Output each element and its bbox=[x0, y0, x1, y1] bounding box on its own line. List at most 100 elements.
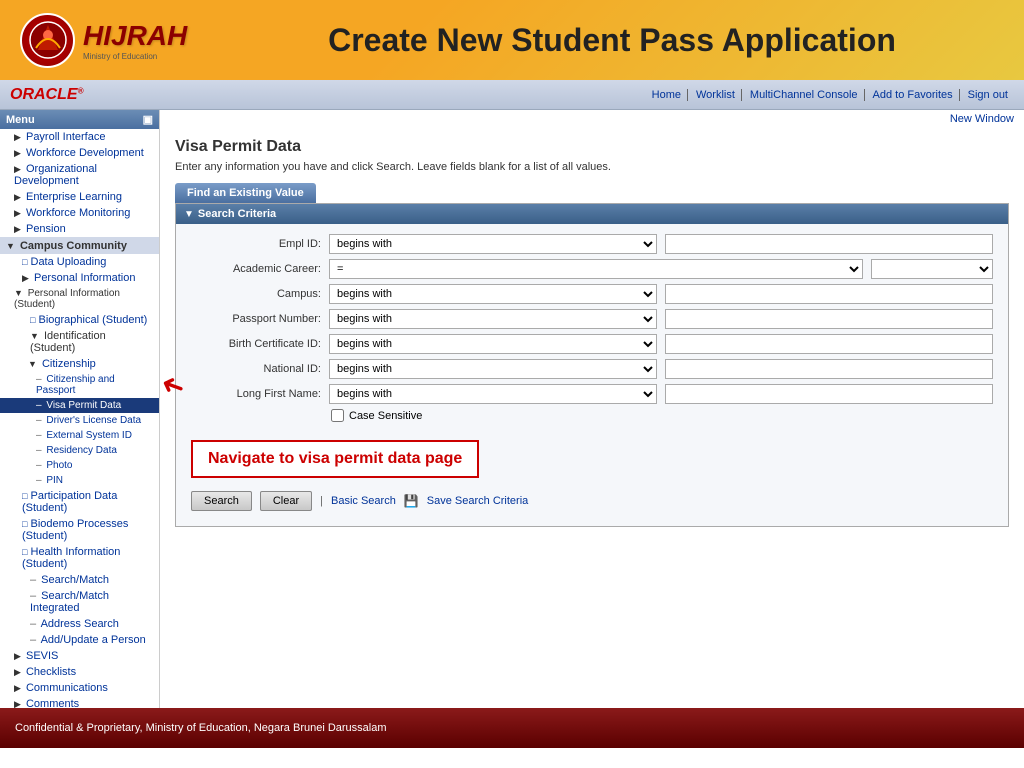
sidebar-item-biographical[interactable]: □ Biographical (Student) bbox=[0, 312, 159, 328]
sidebar-item-checklists[interactable]: ▶ Checklists bbox=[0, 664, 159, 680]
campus-input[interactable] bbox=[665, 284, 993, 304]
academic-career-label: Academic Career: bbox=[191, 263, 321, 275]
sidebar-item-personal-info-student[interactable]: ▼ Personal Information (Student) bbox=[0, 286, 159, 312]
long-first-name-operator[interactable]: begins with=contains bbox=[329, 384, 657, 404]
callout-box: Navigate to visa permit data page bbox=[191, 440, 479, 478]
passport-number-row: Passport Number: begins with=contains bbox=[191, 309, 993, 329]
sidebar-section-campus[interactable]: ▼ Campus Community bbox=[0, 237, 159, 254]
content-inner: Visa Permit Data Enter any information y… bbox=[160, 128, 1024, 537]
birth-cert-row: Birth Certificate ID: begins with=contai… bbox=[191, 334, 993, 354]
sidebar-item-workforce-mon[interactable]: ▶ Workforce Monitoring bbox=[0, 205, 159, 221]
sidebar-item-address-search[interactable]: – Address Search bbox=[0, 616, 159, 632]
basic-search-link[interactable]: Basic Search bbox=[331, 495, 396, 507]
menu-label: Menu bbox=[6, 114, 35, 126]
long-first-name-label: Long First Name: bbox=[191, 388, 321, 400]
national-id-input[interactable] bbox=[665, 359, 993, 379]
sidebar-item-residency[interactable]: – Residency Data bbox=[0, 443, 159, 458]
callout-text: Navigate to visa permit data page bbox=[208, 450, 462, 467]
sign-out-link[interactable]: Sign out bbox=[962, 89, 1014, 101]
find-existing-tab[interactable]: Find an Existing Value bbox=[175, 183, 316, 203]
sidebar-item-identification[interactable]: ▼ Identification (Student) bbox=[0, 328, 159, 356]
oracle-logo: ORACLE® bbox=[10, 86, 83, 104]
empl-id-label: Empl ID: bbox=[191, 238, 321, 250]
sidebar-item-drivers-license[interactable]: – Driver's License Data bbox=[0, 413, 159, 428]
sidebar-item-comments[interactable]: ▶ Comments bbox=[0, 696, 159, 708]
passport-number-operator[interactable]: begins with=contains bbox=[329, 309, 657, 329]
separator: | bbox=[320, 495, 323, 507]
new-window-bar: New Window bbox=[160, 110, 1024, 128]
case-sensitive-label: Case Sensitive bbox=[349, 410, 422, 422]
birth-cert-input[interactable] bbox=[665, 334, 993, 354]
floppy-icon: 💾 bbox=[404, 494, 419, 508]
search-form: Empl ID: begins with=contains Academic C… bbox=[176, 224, 1008, 526]
header-banner: HIJRAH Ministry of Education Create New … bbox=[0, 0, 1024, 80]
sidebar-item-pin[interactable]: – PIN bbox=[0, 473, 159, 488]
logo-icon bbox=[20, 13, 75, 68]
sidebar-item-payroll[interactable]: ▶ Payroll Interface bbox=[0, 129, 159, 145]
sidebar-item-workforce-dev[interactable]: ▶ Workforce Development bbox=[0, 145, 159, 161]
sidebar-item-search-match[interactable]: – Search/Match bbox=[0, 572, 159, 588]
sidebar-item-citizenship-passport[interactable]: – Citizenship and Passport bbox=[0, 372, 159, 398]
save-search-link[interactable]: Save Search Criteria bbox=[427, 495, 529, 507]
sidebar-item-citizenship[interactable]: ▼ Citizenship bbox=[0, 356, 159, 372]
sidebar-item-communications[interactable]: ▶ Communications bbox=[0, 680, 159, 696]
logo-name: HIJRAH bbox=[83, 20, 187, 52]
sidebar-item-health[interactable]: □ Health Information (Student) bbox=[0, 544, 159, 572]
campus-label: Campus: bbox=[191, 288, 321, 300]
national-id-label: National ID: bbox=[191, 363, 321, 375]
logo-text-area: HIJRAH Ministry of Education bbox=[83, 20, 187, 61]
empl-id-row: Empl ID: begins with=contains bbox=[191, 234, 993, 254]
campus-row: Campus: begins with=contains bbox=[191, 284, 993, 304]
search-criteria-box: ▼ Search Criteria Empl ID: begins with=c… bbox=[175, 203, 1009, 527]
campus-operator[interactable]: begins with=contains bbox=[329, 284, 657, 304]
long-first-name-row: Long First Name: begins with=contains bbox=[191, 384, 993, 404]
sidebar-item-data-uploading[interactable]: □ Data Uploading bbox=[0, 254, 159, 270]
sidebar-item-search-match-int[interactable]: – Search/Match Integrated bbox=[0, 588, 159, 616]
multichannel-link[interactable]: MultiChannel Console bbox=[744, 89, 865, 101]
case-sensitive-checkbox[interactable] bbox=[331, 409, 344, 422]
sidebar-item-enterprise[interactable]: ▶ Enterprise Learning bbox=[0, 189, 159, 205]
sidebar-item-pension[interactable]: ▶ Pension bbox=[0, 221, 159, 237]
worklist-link[interactable]: Worklist bbox=[690, 89, 742, 101]
passport-number-input[interactable] bbox=[665, 309, 993, 329]
case-sensitive-row: Case Sensitive bbox=[331, 409, 993, 422]
callout-area: Navigate to visa permit data page ➜ bbox=[191, 430, 993, 478]
clear-button[interactable]: Clear bbox=[260, 491, 312, 511]
passport-number-label: Passport Number: bbox=[191, 313, 321, 325]
sidebar-item-external-system[interactable]: – External System ID bbox=[0, 428, 159, 443]
sidebar-item-participation[interactable]: □ Participation Data (Student) bbox=[0, 488, 159, 516]
instruction-text: Enter any information you have and click… bbox=[175, 161, 1009, 173]
content-area: New Window Visa Permit Data Enter any in… bbox=[160, 110, 1024, 708]
collapse-icon[interactable]: ▼ bbox=[184, 209, 194, 220]
logo-area: HIJRAH Ministry of Education bbox=[20, 13, 187, 68]
sidebar-item-add-update[interactable]: – Add/Update a Person bbox=[0, 632, 159, 648]
nav-links: Home Worklist MultiChannel Console Add t… bbox=[646, 89, 1014, 101]
search-criteria-header: ▼ Search Criteria bbox=[176, 204, 1008, 224]
academic-career-operator[interactable]: =begins withcontains bbox=[329, 259, 863, 279]
sidebar-item-org-dev[interactable]: ▶ Organizational Development bbox=[0, 161, 159, 189]
menu-header: Menu ▣ bbox=[0, 110, 159, 129]
add-favorites-link[interactable]: Add to Favorites bbox=[867, 89, 960, 101]
buttons-row: Search Clear | Basic Search 💾 Save Searc… bbox=[191, 486, 993, 516]
logo-subtitle: Ministry of Education bbox=[83, 52, 187, 61]
sidebar-item-personal-info[interactable]: ▶ Personal Information bbox=[0, 270, 159, 286]
sidebar-item-sevis[interactable]: ▶ SEVIS bbox=[0, 648, 159, 664]
national-id-operator[interactable]: begins with=contains bbox=[329, 359, 657, 379]
search-button[interactable]: Search bbox=[191, 491, 252, 511]
birth-cert-label: Birth Certificate ID: bbox=[191, 338, 321, 350]
home-link[interactable]: Home bbox=[646, 89, 688, 101]
empl-id-input[interactable] bbox=[665, 234, 993, 254]
sidebar-item-biodemo[interactable]: □ Biodemo Processes (Student) bbox=[0, 516, 159, 544]
long-first-name-input[interactable] bbox=[665, 384, 993, 404]
menu-toggle-icon[interactable]: ▣ bbox=[143, 113, 153, 126]
visa-permit-title: Visa Permit Data bbox=[175, 138, 1009, 156]
sidebar-item-visa-permit[interactable]: – Visa Permit Data bbox=[0, 398, 159, 413]
new-window-link[interactable]: New Window bbox=[950, 113, 1014, 125]
empl-id-operator[interactable]: begins with=contains bbox=[329, 234, 657, 254]
national-id-row: National ID: begins with=contains bbox=[191, 359, 993, 379]
academic-career-select[interactable]: UndergraduateGraduate bbox=[871, 259, 993, 279]
birth-cert-operator[interactable]: begins with=contains bbox=[329, 334, 657, 354]
search-criteria-label: Search Criteria bbox=[198, 208, 276, 220]
sidebar: Menu ▣ ▶ Payroll Interface ▶ Workforce D… bbox=[0, 110, 160, 708]
sidebar-item-photo[interactable]: – Photo bbox=[0, 458, 159, 473]
